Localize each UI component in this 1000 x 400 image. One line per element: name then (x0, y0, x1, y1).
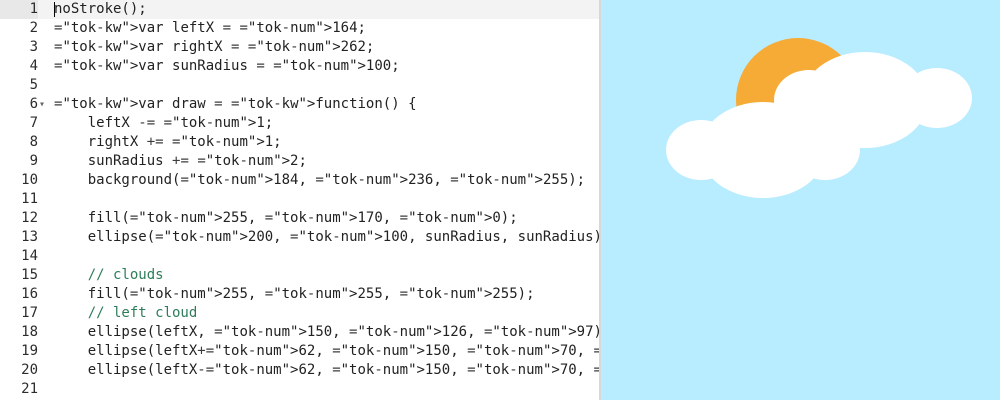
code-text[interactable]: // clouds (54, 266, 164, 285)
code-text[interactable]: ="tok-kw">var rightX = ="tok-num">262; (54, 38, 374, 57)
code-line[interactable]: 3 ="tok-kw">var rightX = ="tok-num">262; (0, 38, 599, 57)
line-number: 9 (29, 153, 38, 169)
line-number: 1 (0, 0, 38, 19)
code-text[interactable]: ="tok-kw">var leftX = ="tok-num">164; (54, 19, 366, 38)
code-text[interactable]: fill(="tok-num">255, ="tok-num">170, ="t… (54, 209, 518, 228)
line-number: 13 (21, 229, 38, 245)
line-number: 14 (21, 248, 38, 264)
code-line[interactable]: 7 leftX -= ="tok-num">1; (0, 114, 599, 133)
text-cursor (54, 2, 55, 17)
code-line[interactable]: 5 (0, 76, 599, 95)
code-line[interactable]: 11 (0, 190, 599, 209)
code-text[interactable]: ="tok-kw">var draw = ="tok-kw">function(… (54, 95, 417, 114)
code-line[interactable]: 19 ellipse(leftX+="tok-num">62, ="tok-nu… (0, 342, 599, 361)
line-number: 17 (21, 305, 38, 321)
code-line[interactable]: 1 noStroke(); (0, 0, 599, 19)
code-line[interactable]: 15 // clouds (0, 266, 599, 285)
code-line[interactable]: 20 ellipse(leftX-="tok-num">62, ="tok-nu… (0, 361, 599, 380)
canvas-drawing (601, 0, 1000, 400)
line-number: 18 (21, 324, 38, 340)
line-number: 8 (29, 134, 38, 150)
code-line[interactable]: 14 (0, 247, 599, 266)
code-text[interactable]: ellipse(leftX, ="tok-num">150, ="tok-num… (54, 323, 599, 342)
line-number: 7 (29, 115, 38, 131)
line-number: 11 (21, 191, 38, 207)
code-line[interactable]: 4 ="tok-kw">var sunRadius = ="tok-num">10… (0, 57, 599, 76)
left-cloud-left-puff (666, 120, 736, 180)
line-number: 10 (21, 172, 38, 188)
code-text[interactable]: noStroke(); (54, 0, 147, 19)
line-number: 15 (21, 267, 38, 283)
code-text[interactable]: ellipse(leftX-="tok-num">62, ="tok-num">… (54, 361, 599, 380)
code-line[interactable]: 9 sunRadius += ="tok-num">2; (0, 152, 599, 171)
app-window: 1 noStroke(); 2 ="tok-kw">var leftX = ="tok… (0, 0, 1000, 400)
code-line[interactable]: 8 rightX += ="tok-num">1; (0, 133, 599, 152)
line-number: 16 (21, 286, 38, 302)
code-text[interactable]: ellipse(="tok-num">200, ="tok-num">100, … (54, 228, 599, 247)
code-line[interactable]: 2 ="tok-kw">var leftX = ="tok-num">164; (0, 19, 599, 38)
code-line[interactable]: 17 // left cloud (0, 304, 599, 323)
right-cloud-left-puff (774, 70, 844, 130)
line-number: 6 (29, 96, 38, 112)
code-line[interactable]: 18 ellipse(leftX, ="tok-num">150, ="tok-… (0, 323, 599, 342)
line-number: 4 (29, 58, 38, 74)
code-line[interactable]: 21 (0, 380, 599, 399)
code-text[interactable]: ellipse(leftX+="tok-num">62, ="tok-num">… (54, 342, 599, 361)
line-number: 12 (21, 210, 38, 226)
code-editor[interactable]: 1 noStroke(); 2 ="tok-kw">var leftX = ="tok… (0, 0, 599, 400)
code-text[interactable]: fill(="tok-num">255, ="tok-num">255, ="t… (54, 285, 535, 304)
code-lines: 1 noStroke(); 2 ="tok-kw">var leftX = ="tok… (0, 0, 599, 399)
code-text[interactable]: background(="tok-num">184, ="tok-num">23… (54, 171, 585, 190)
line-number: 19 (21, 343, 38, 359)
fold-arrow-icon[interactable]: ▾ (39, 95, 49, 114)
code-line[interactable]: 6 ▾ ="tok-kw">var draw = ="tok-kw">functio… (0, 95, 599, 114)
code-line[interactable]: 12 fill(="tok-num">255, ="tok-num">170, … (0, 209, 599, 228)
output-canvas[interactable] (601, 0, 1000, 400)
code-text[interactable]: ="tok-kw">var sunRadius = ="tok-num">100… (54, 57, 400, 76)
code-text[interactable]: leftX -= ="tok-num">1; (54, 114, 274, 133)
right-cloud-right-puff (902, 68, 972, 128)
line-number: 3 (29, 39, 38, 55)
code-text[interactable]: // left cloud (54, 304, 198, 323)
code-line[interactable]: 13 ellipse(="tok-num">200, ="tok-num">10… (0, 228, 599, 247)
line-number: 21 (21, 381, 38, 397)
code-line[interactable]: 16 fill(="tok-num">255, ="tok-num">255, … (0, 285, 599, 304)
line-number: 5 (29, 77, 38, 93)
line-number: 20 (21, 362, 38, 378)
code-text[interactable]: rightX += ="tok-num">1; (54, 133, 282, 152)
code-text[interactable]: sunRadius += ="tok-num">2; (54, 152, 307, 171)
line-number: 2 (29, 20, 38, 36)
code-line[interactable]: 10 background(="tok-num">184, ="tok-num"… (0, 171, 599, 190)
